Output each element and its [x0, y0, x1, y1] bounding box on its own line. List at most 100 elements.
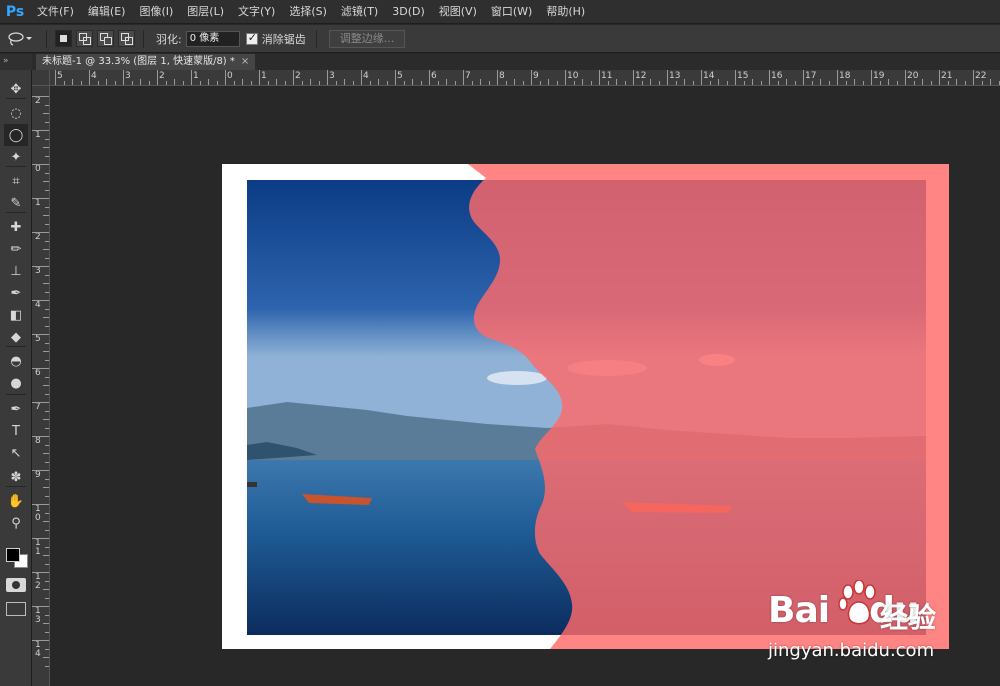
- ruler-tick: [32, 334, 49, 335]
- path-selection-tool-icon[interactable]: ↖: [4, 442, 28, 464]
- refine-edge-button[interactable]: 调整边缘...: [328, 29, 406, 48]
- ruler-tick: [45, 172, 49, 174]
- menu-item[interactable]: 文件(F): [30, 0, 81, 24]
- clone-stamp-tool-icon[interactable]: ⊥: [4, 260, 28, 282]
- ruler-tick: [412, 79, 413, 85]
- ruler-tick: [930, 81, 932, 85]
- ruler-label: 11: [601, 71, 613, 81]
- antialias-label: 消除锯齿: [261, 32, 306, 46]
- ruler-label: 16: [771, 71, 783, 81]
- zoom-tool-icon[interactable]: ⚲: [4, 512, 28, 534]
- ruler-tick: [692, 81, 694, 85]
- menu-item[interactable]: 窗口(W): [484, 0, 539, 24]
- ruler-label: 7: [35, 402, 41, 412]
- ruler-tick: [43, 453, 49, 454]
- dodge-tool-icon[interactable]: ●: [4, 372, 28, 394]
- ruler-tick: [45, 563, 49, 565]
- ruler-label: 4: [363, 71, 369, 81]
- ruler-tick: [55, 70, 56, 85]
- foreground-color-swatch[interactable]: [6, 548, 20, 562]
- ruler-label: 6: [35, 368, 41, 378]
- ruler-tick: [45, 631, 49, 633]
- ruler-label: 14: [703, 71, 715, 81]
- magic-wand-tool-icon[interactable]: ✦: [4, 146, 28, 168]
- ruler-tick: [658, 81, 660, 85]
- ruler-label: 15: [737, 71, 749, 81]
- type-tool-icon[interactable]: T: [4, 420, 28, 442]
- subtract-from-selection-button[interactable]: [97, 30, 114, 47]
- menu-item[interactable]: 图像(I): [132, 0, 180, 24]
- ruler-tick: [964, 81, 966, 85]
- ruler-label: 1: [261, 71, 267, 81]
- ruler-label: 0: [227, 71, 233, 81]
- ruler-tick: [165, 81, 167, 85]
- quick-mask-mode-button[interactable]: [6, 578, 26, 592]
- ruler-tick: [463, 70, 464, 85]
- crop-tool-icon[interactable]: ⌗: [4, 170, 28, 192]
- document-tab[interactable]: 未标题-1 @ 33.3% (图层 1, 快速蒙版/8) * ×: [36, 54, 256, 70]
- ruler-tick: [956, 79, 957, 85]
- ruler-label: 4: [35, 300, 41, 310]
- color-swatches[interactable]: [4, 540, 30, 570]
- ruler-tick: [879, 81, 881, 85]
- ruler-tick: [675, 81, 677, 85]
- ruler-tick: [45, 376, 49, 378]
- toolbox-separator: [6, 486, 26, 487]
- ruler-tick: [114, 81, 116, 85]
- move-tool-icon[interactable]: ✥: [4, 78, 28, 100]
- menu-item[interactable]: 选择(S): [282, 0, 334, 24]
- menu-item[interactable]: 图层(L): [180, 0, 231, 24]
- healing-brush-tool-icon[interactable]: ✚: [4, 216, 28, 238]
- ruler-tick: [922, 79, 923, 85]
- menu-item[interactable]: 帮助(H): [539, 0, 592, 24]
- ruler-label: 1 4: [35, 640, 41, 659]
- horizontal-ruler[interactable]: 5 4 3 2 1 0 1 2 3 4 5 6 7 8 9 10 11 12 13 14 15 16 17 18 19 20 21 2…: [50, 70, 1000, 86]
- brush-tool-icon[interactable]: ✏: [4, 238, 28, 260]
- new-selection-button[interactable]: [55, 30, 72, 47]
- ruler-label: 19: [873, 71, 885, 81]
- ruler-tick: [216, 81, 218, 85]
- ruler-tick: [981, 81, 983, 85]
- marquee-tool-icon[interactable]: ◌: [4, 102, 28, 124]
- close-icon[interactable]: ×: [241, 56, 249, 67]
- lasso-tool-icon[interactable]: ◯: [4, 124, 28, 146]
- paint-bucket-tool-icon[interactable]: ◆: [4, 326, 28, 348]
- eyedropper-tool-icon[interactable]: ✎: [4, 192, 28, 214]
- intersect-selection-button[interactable]: [118, 30, 135, 47]
- vertical-ruler[interactable]: 2101234567891 01 11 21 31 4: [32, 86, 50, 686]
- tool-preset-picker[interactable]: [0, 25, 40, 53]
- ruler-origin[interactable]: [32, 70, 50, 86]
- custom-shape-tool-icon[interactable]: ✽: [4, 466, 28, 488]
- ruler-tick: [32, 606, 49, 607]
- document-canvas[interactable]: [222, 164, 949, 649]
- ruler-tick: [990, 79, 991, 85]
- ruler-tick: [998, 81, 1000, 85]
- menu-item[interactable]: 视图(V): [432, 0, 484, 24]
- menu-item[interactable]: 滤镜(T): [334, 0, 385, 24]
- menu-item[interactable]: 3D(D): [385, 0, 432, 24]
- ruler-tick: [871, 70, 872, 85]
- ruler-tick: [973, 70, 974, 85]
- screen-mode-button[interactable]: [6, 602, 26, 616]
- ruler-label: 20: [907, 71, 919, 81]
- eraser-tool-icon[interactable]: ◧: [4, 304, 28, 326]
- menu-item[interactable]: 文字(Y): [231, 0, 282, 24]
- menu-item[interactable]: 编辑(E): [81, 0, 133, 24]
- ruler-label: 3: [35, 266, 41, 276]
- feather-input[interactable]: 0 像素: [185, 30, 240, 47]
- history-brush-tool-icon[interactable]: ✒: [4, 282, 28, 304]
- ruler-label: 10: [567, 71, 579, 81]
- ruler-tick: [845, 81, 847, 85]
- ruler-tick: [820, 79, 821, 85]
- ruler-label: 3: [329, 71, 335, 81]
- blur-tool-icon[interactable]: ◓: [4, 350, 28, 372]
- pen-tool-icon[interactable]: ✒: [4, 398, 28, 420]
- hand-tool-icon[interactable]: ✋: [4, 490, 28, 512]
- ruler-tick: [32, 538, 49, 539]
- ruler-tick: [531, 70, 532, 85]
- add-to-selection-button[interactable]: [76, 30, 93, 47]
- ruler-tick: [242, 79, 243, 85]
- antialias-checkbox[interactable]: [245, 31, 258, 45]
- ruler-label: 13: [669, 71, 681, 81]
- panel-collapse-toggle[interactable]: »: [0, 54, 32, 70]
